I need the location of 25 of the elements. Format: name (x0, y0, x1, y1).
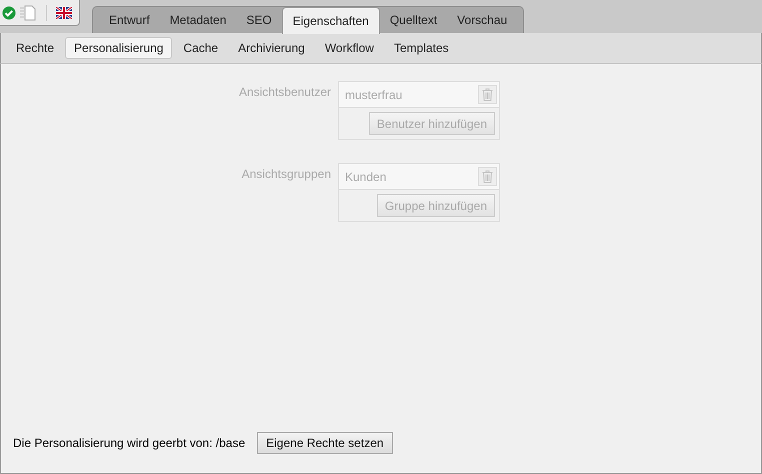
set-rights-button[interactable]: Eigene Rechte setzen (257, 432, 393, 454)
subtab[interactable]: Cache (174, 37, 228, 59)
trash-icon (482, 88, 493, 101)
check-icon[interactable] (2, 6, 16, 20)
tab[interactable]: Metadaten (160, 7, 236, 33)
trash-icon (482, 170, 493, 183)
trash-button[interactable] (478, 85, 497, 104)
tab[interactable]: SEO (236, 7, 282, 33)
field-label: Ansichtsgruppen (240, 166, 331, 183)
tab[interactable]: Eigenschaften (282, 7, 380, 34)
tab[interactable]: Vorschau (447, 7, 518, 33)
subtab[interactable]: Templates (384, 37, 458, 59)
subtab[interactable]: Archivierung (229, 37, 314, 59)
tab[interactable]: Quelltext (380, 7, 448, 33)
inheritance-text: Die Personalisierung wird geerbt von: /base (13, 436, 246, 450)
document-icon[interactable] (19, 4, 37, 20)
subtab[interactable]: Rechte (7, 37, 64, 59)
subtab[interactable]: Workflow (316, 37, 383, 59)
field-label: Ansichtsbenutzer (238, 84, 331, 101)
trash-button[interactable] (478, 167, 497, 186)
subtab[interactable]: Personalisierung (65, 37, 172, 59)
list-entry: Kunden (345, 170, 386, 184)
tab[interactable]: Entwurf (99, 7, 160, 33)
list-entry: musterfrau (345, 88, 402, 102)
flag-icon[interactable] (56, 6, 72, 18)
